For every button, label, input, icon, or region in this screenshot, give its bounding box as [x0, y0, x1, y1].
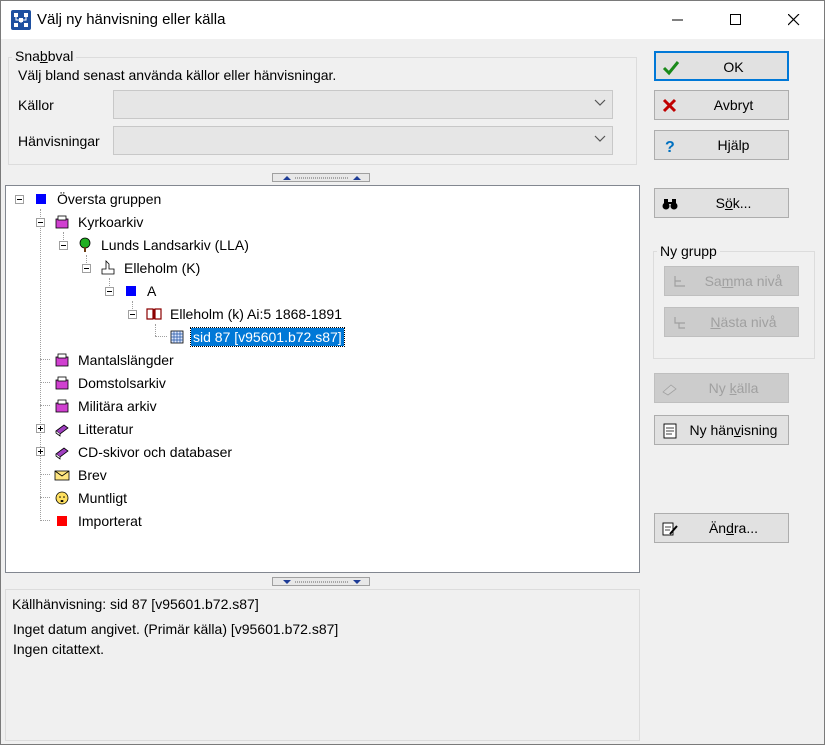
tree-node-label: Elleholm (k) Ai:5 1868-1891 — [170, 306, 342, 322]
tree-node-label: CD-skivor och databaser — [78, 444, 233, 460]
folder-archive-icon — [55, 399, 69, 413]
tree-connector — [40, 474, 50, 475]
title-bar: Välj ny hänvisning eller källa — [1, 1, 824, 39]
green-tree-icon — [79, 237, 91, 252]
svg-text:?: ? — [665, 139, 675, 155]
folder-archive-icon — [55, 215, 69, 229]
church-icon — [101, 260, 115, 275]
next-level-button-label: Nästa nivå — [710, 314, 777, 330]
books-icon — [55, 424, 69, 437]
ok-button-label: OK — [723, 59, 744, 75]
tree-collapse-toggle[interactable] — [15, 195, 24, 204]
next-level-button[interactable]: Nästa nivå — [664, 307, 799, 337]
envelope-icon — [54, 470, 70, 481]
bottom-splitter-handle[interactable] — [272, 577, 370, 586]
sources-label: Källor — [18, 97, 54, 113]
new-source-button-label: Ny källa — [708, 380, 759, 396]
help-button[interactable]: ? Hjälp — [654, 130, 789, 160]
same-level-icon — [674, 276, 685, 287]
new-reference-button-label: Ny hänvisning — [689, 422, 778, 438]
blue-square-icon — [36, 194, 46, 204]
new-group-legend: Ny grupp — [657, 243, 720, 259]
edit-document-icon — [662, 522, 678, 536]
tree-connector — [40, 405, 50, 406]
tree-node-label: A — [147, 283, 157, 299]
page-grid-icon — [170, 330, 184, 344]
new-reference-button[interactable]: Ny hänvisning — [654, 415, 789, 445]
red-square-icon — [57, 516, 67, 526]
search-button-label: Sök... — [715, 195, 752, 211]
cancel-button[interactable]: Avbryt — [654, 90, 789, 120]
app-icon — [11, 10, 31, 30]
search-button[interactable]: Sök... — [654, 188, 789, 218]
chevron-down-icon — [594, 99, 606, 106]
tree-expand-toggle[interactable] — [36, 447, 45, 456]
maximize-button[interactable] — [707, 1, 765, 39]
close-button[interactable] — [765, 1, 823, 39]
help-button-label: Hjälp — [717, 137, 750, 153]
dialog-window: Välj ny hänvisning eller källa Snabbval … — [0, 0, 825, 745]
folder-archive-icon — [55, 353, 69, 367]
next-level-icon — [674, 317, 685, 329]
citation-detail-line1: Inget datum angivet. (Primär källa) [v95… — [13, 621, 339, 637]
tree-expand-toggle[interactable] — [36, 424, 45, 433]
tree-connector — [40, 359, 50, 360]
quick-choice-description: Välj bland senast använda källor eller h… — [18, 67, 337, 83]
tree-node-label: Kyrkoarkiv — [78, 214, 144, 230]
tree-connector — [155, 336, 167, 337]
tree-node-label: Importerat — [78, 513, 142, 529]
quick-choice-legend: Snabbval — [12, 48, 77, 64]
tree-node-label: Mantalslängder — [78, 352, 174, 368]
document-icon — [663, 423, 677, 439]
tree-collapse-toggle[interactable] — [105, 287, 114, 296]
tree-collapse-toggle[interactable] — [59, 241, 68, 250]
cancel-button-label: Avbryt — [713, 97, 754, 113]
new-source-icon — [662, 384, 677, 396]
folder-archive-icon — [55, 376, 69, 390]
source-tree[interactable]: Översta gruppen Kyrkoarkiv Lunds Landsar… — [5, 185, 640, 573]
sources-dropdown[interactable] — [113, 90, 613, 119]
citation-detail-line2: Ingen citattext. — [13, 641, 105, 657]
chevron-down-icon — [594, 135, 606, 142]
checkmark-icon — [662, 61, 680, 76]
tree-connector — [40, 382, 50, 383]
same-level-button[interactable]: Samma nivå — [664, 266, 799, 296]
minimize-button[interactable] — [649, 1, 707, 39]
edit-button[interactable]: Ändra... — [654, 513, 789, 543]
x-mark-icon — [662, 98, 677, 113]
tree-connector — [155, 324, 156, 336]
tree-node-label: Domstolsarkiv — [78, 375, 166, 391]
books-icon — [55, 447, 69, 460]
tree-collapse-toggle[interactable] — [82, 264, 91, 273]
edit-button-label: Ändra... — [708, 520, 759, 536]
tree-node-label: Litteratur — [78, 421, 134, 437]
binoculars-icon — [662, 199, 678, 210]
blue-square-icon — [126, 286, 136, 296]
question-mark-icon: ? — [665, 139, 675, 155]
tree-collapse-toggle[interactable] — [36, 218, 45, 227]
references-label: Hänvisningar — [18, 133, 100, 149]
tree-node-label: sid 87 [v95601.b72.s87] — [190, 327, 345, 347]
references-dropdown[interactable] — [113, 126, 613, 155]
tree-node-label: Elleholm (K) — [124, 260, 201, 276]
tree-connector — [40, 520, 50, 521]
tree-node-label: Militära arkiv — [78, 398, 157, 414]
top-splitter-handle[interactable] — [272, 173, 370, 182]
tree-node-label: Muntligt — [78, 490, 128, 506]
tree-node-label: Översta gruppen — [57, 191, 162, 207]
tree-node-label: Lunds Landsarkiv (LLA) — [101, 237, 249, 253]
citation-detail-legend: Källhänvisning: sid 87 [v95601.b72.s87] — [9, 596, 262, 612]
ok-button[interactable]: OK — [654, 51, 789, 81]
tree-connector — [40, 497, 50, 498]
new-source-button[interactable]: Ny källa — [654, 373, 789, 403]
same-level-button-label: Samma nivå — [704, 273, 783, 289]
window-title: Välj ny hänvisning eller källa — [37, 11, 226, 28]
tree-collapse-toggle[interactable] — [128, 310, 137, 319]
face-icon — [55, 491, 69, 505]
book-icon — [146, 308, 162, 320]
tree-node-label: Brev — [78, 467, 107, 483]
